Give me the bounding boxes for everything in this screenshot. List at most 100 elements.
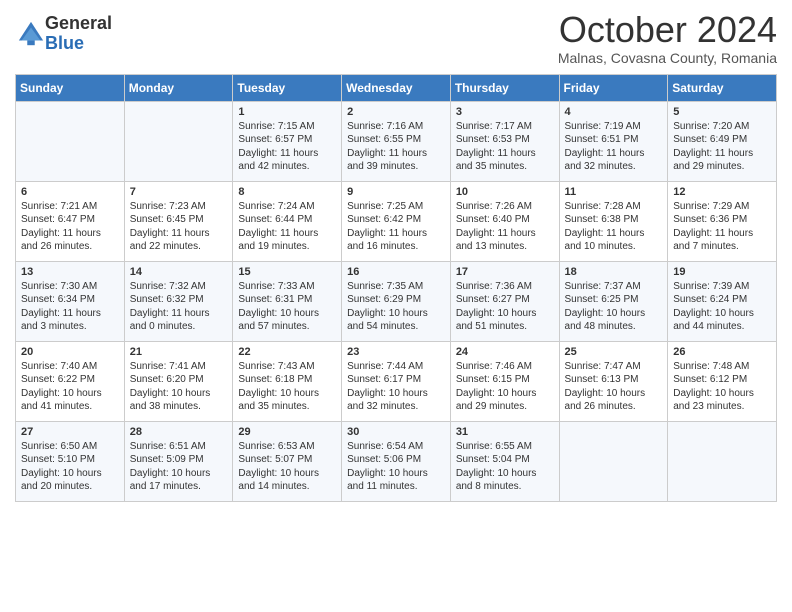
cell-content: Sunrise: 7:46 AM Sunset: 6:15 PM Dayligh… [456, 360, 555, 414]
day-number: 8 [238, 186, 337, 198]
cell-content: Sunrise: 7:44 AM Sunset: 6:17 PM Dayligh… [347, 360, 446, 414]
calendar-cell: 10 Sunrise: 7:26 AM Sunset: 6:40 PM Dayli… [450, 181, 559, 261]
calendar-cell: 12 Sunrise: 7:29 AM Sunset: 6:36 PM Dayli… [668, 181, 777, 261]
day-number: 4 [565, 106, 664, 118]
day-number: 19 [673, 266, 772, 278]
day-number: 11 [565, 186, 664, 198]
calendar-cell: 17Sunrise: 7:36 AM Sunset: 6:27 PM Dayli… [450, 261, 559, 341]
calendar-cell: 31 Sunrise: 6:55 AM Sunset: 5:04 PM Dayli… [450, 421, 559, 501]
day-number: 24 [456, 346, 555, 358]
logo: General Blue [15, 14, 112, 54]
calendar-cell: 21 Sunrise: 7:41 AM Sunset: 6:20 PM Dayli… [124, 341, 233, 421]
cell-content: Sunrise: 7:40 AM Sunset: 6:22 PM Dayligh… [21, 360, 120, 414]
week-row-5: 27 Sunrise: 6:50 AM Sunset: 5:10 PM Dayli… [16, 421, 777, 501]
day-number: 12 [673, 186, 772, 198]
calendar-cell: 19 Sunrise: 7:39 AM Sunset: 6:24 PM Dayli… [668, 261, 777, 341]
day-number: 25 [565, 346, 664, 358]
week-row-4: 20Sunrise: 7:40 AM Sunset: 6:22 PM Dayli… [16, 341, 777, 421]
calendar-cell: 1 Sunrise: 7:15 AM Sunset: 6:57 PM Daylig… [233, 101, 342, 181]
calendar-cell: 28 Sunrise: 6:51 AM Sunset: 5:09 PM Dayli… [124, 421, 233, 501]
week-row-2: 6Sunrise: 7:21 AM Sunset: 6:47 PM Daylig… [16, 181, 777, 261]
cell-content: Sunrise: 7:16 AM Sunset: 6:55 PM Dayligh… [347, 120, 446, 174]
header: General Blue October 2024 Malnas, Covasn… [15, 10, 777, 66]
cell-content: Sunrise: 6:50 AM Sunset: 5:10 PM Dayligh… [21, 440, 120, 494]
month-title: October 2024 [558, 10, 777, 50]
calendar-cell: 27 Sunrise: 6:50 AM Sunset: 5:10 PM Dayli… [16, 421, 125, 501]
cell-content: Sunrise: 7:30 AM Sunset: 6:34 PM Dayligh… [21, 280, 120, 334]
day-number: 14 [130, 266, 229, 278]
calendar-cell: 29Sunrise: 6:53 AM Sunset: 5:07 PM Dayli… [233, 421, 342, 501]
cell-content: Sunrise: 6:54 AM Sunset: 5:06 PM Dayligh… [347, 440, 446, 494]
day-number: 7 [130, 186, 229, 198]
day-number: 16 [347, 266, 446, 278]
day-number: 22 [238, 346, 337, 358]
day-number: 29 [238, 426, 337, 438]
day-number: 28 [130, 426, 229, 438]
logo-general: General [45, 14, 112, 34]
calendar-cell: 20Sunrise: 7:40 AM Sunset: 6:22 PM Dayli… [16, 341, 125, 421]
logo-text: General Blue [45, 14, 112, 54]
day-number: 3 [456, 106, 555, 118]
cell-content: Sunrise: 7:26 AM Sunset: 6:40 PM Dayligh… [456, 200, 555, 254]
day-header-friday: Friday [559, 74, 668, 101]
day-header-tuesday: Tuesday [233, 74, 342, 101]
cell-content: Sunrise: 7:39 AM Sunset: 6:24 PM Dayligh… [673, 280, 772, 334]
day-header-thursday: Thursday [450, 74, 559, 101]
cell-content: Sunrise: 7:23 AM Sunset: 6:45 PM Dayligh… [130, 200, 229, 254]
day-number: 17 [456, 266, 555, 278]
title-block: October 2024 Malnas, Covasna County, Rom… [558, 10, 777, 66]
logo-icon [17, 20, 45, 48]
calendar-cell: 2 Sunrise: 7:16 AM Sunset: 6:55 PM Daylig… [342, 101, 451, 181]
calendar-cell: 7 Sunrise: 7:23 AM Sunset: 6:45 PM Daylig… [124, 181, 233, 261]
week-row-1: 1 Sunrise: 7:15 AM Sunset: 6:57 PM Daylig… [16, 101, 777, 181]
day-number: 15 [238, 266, 337, 278]
page: General Blue October 2024 Malnas, Covasn… [0, 0, 792, 612]
cell-content: Sunrise: 7:17 AM Sunset: 6:53 PM Dayligh… [456, 120, 555, 174]
calendar-cell: 11 Sunrise: 7:28 AM Sunset: 6:38 PM Dayli… [559, 181, 668, 261]
cell-content: Sunrise: 7:32 AM Sunset: 6:32 PM Dayligh… [130, 280, 229, 334]
day-header-wednesday: Wednesday [342, 74, 451, 101]
cell-content: Sunrise: 6:55 AM Sunset: 5:04 PM Dayligh… [456, 440, 555, 494]
calendar-cell: 8 Sunrise: 7:24 AM Sunset: 6:44 PM Daylig… [233, 181, 342, 261]
calendar-cell: 25 Sunrise: 7:47 AM Sunset: 6:13 PM Dayli… [559, 341, 668, 421]
day-number: 21 [130, 346, 229, 358]
calendar-cell [124, 101, 233, 181]
cell-content: Sunrise: 7:47 AM Sunset: 6:13 PM Dayligh… [565, 360, 664, 414]
day-number: 2 [347, 106, 446, 118]
day-number: 27 [21, 426, 120, 438]
calendar-cell [16, 101, 125, 181]
logo-blue: Blue [45, 34, 112, 54]
calendar-cell: 24 Sunrise: 7:46 AM Sunset: 6:15 PM Dayli… [450, 341, 559, 421]
day-number: 31 [456, 426, 555, 438]
day-number: 26 [673, 346, 772, 358]
day-number: 10 [456, 186, 555, 198]
calendar-cell: 3 Sunrise: 7:17 AM Sunset: 6:53 PM Daylig… [450, 101, 559, 181]
day-number: 5 [673, 106, 772, 118]
day-number: 6 [21, 186, 120, 198]
cell-content: Sunrise: 7:24 AM Sunset: 6:44 PM Dayligh… [238, 200, 337, 254]
header-row: SundayMondayTuesdayWednesdayThursdayFrid… [16, 74, 777, 101]
calendar-table: SundayMondayTuesdayWednesdayThursdayFrid… [15, 74, 777, 502]
cell-content: Sunrise: 6:51 AM Sunset: 5:09 PM Dayligh… [130, 440, 229, 494]
calendar-cell: 9Sunrise: 7:25 AM Sunset: 6:42 PM Daylig… [342, 181, 451, 261]
cell-content: Sunrise: 7:35 AM Sunset: 6:29 PM Dayligh… [347, 280, 446, 334]
cell-content: Sunrise: 7:19 AM Sunset: 6:51 PM Dayligh… [565, 120, 664, 174]
week-row-3: 13 Sunrise: 7:30 AM Sunset: 6:34 PM Dayli… [16, 261, 777, 341]
calendar-cell: 6Sunrise: 7:21 AM Sunset: 6:47 PM Daylig… [16, 181, 125, 261]
cell-content: Sunrise: 7:41 AM Sunset: 6:20 PM Dayligh… [130, 360, 229, 414]
calendar-cell: 23 Sunrise: 7:44 AM Sunset: 6:17 PM Dayli… [342, 341, 451, 421]
cell-content: Sunrise: 7:25 AM Sunset: 6:42 PM Dayligh… [347, 200, 446, 254]
calendar-cell: 15Sunrise: 7:33 AM Sunset: 6:31 PM Dayli… [233, 261, 342, 341]
day-header-monday: Monday [124, 74, 233, 101]
cell-content: Sunrise: 7:28 AM Sunset: 6:38 PM Dayligh… [565, 200, 664, 254]
cell-content: Sunrise: 7:29 AM Sunset: 6:36 PM Dayligh… [673, 200, 772, 254]
subtitle: Malnas, Covasna County, Romania [558, 50, 777, 66]
day-number: 23 [347, 346, 446, 358]
cell-content: Sunrise: 7:37 AM Sunset: 6:25 PM Dayligh… [565, 280, 664, 334]
day-number: 18 [565, 266, 664, 278]
cell-content: Sunrise: 7:15 AM Sunset: 6:57 PM Dayligh… [238, 120, 337, 174]
calendar-cell: 16 Sunrise: 7:35 AM Sunset: 6:29 PM Dayli… [342, 261, 451, 341]
calendar-cell: 4 Sunrise: 7:19 AM Sunset: 6:51 PM Daylig… [559, 101, 668, 181]
day-number: 1 [238, 106, 337, 118]
day-number: 13 [21, 266, 120, 278]
